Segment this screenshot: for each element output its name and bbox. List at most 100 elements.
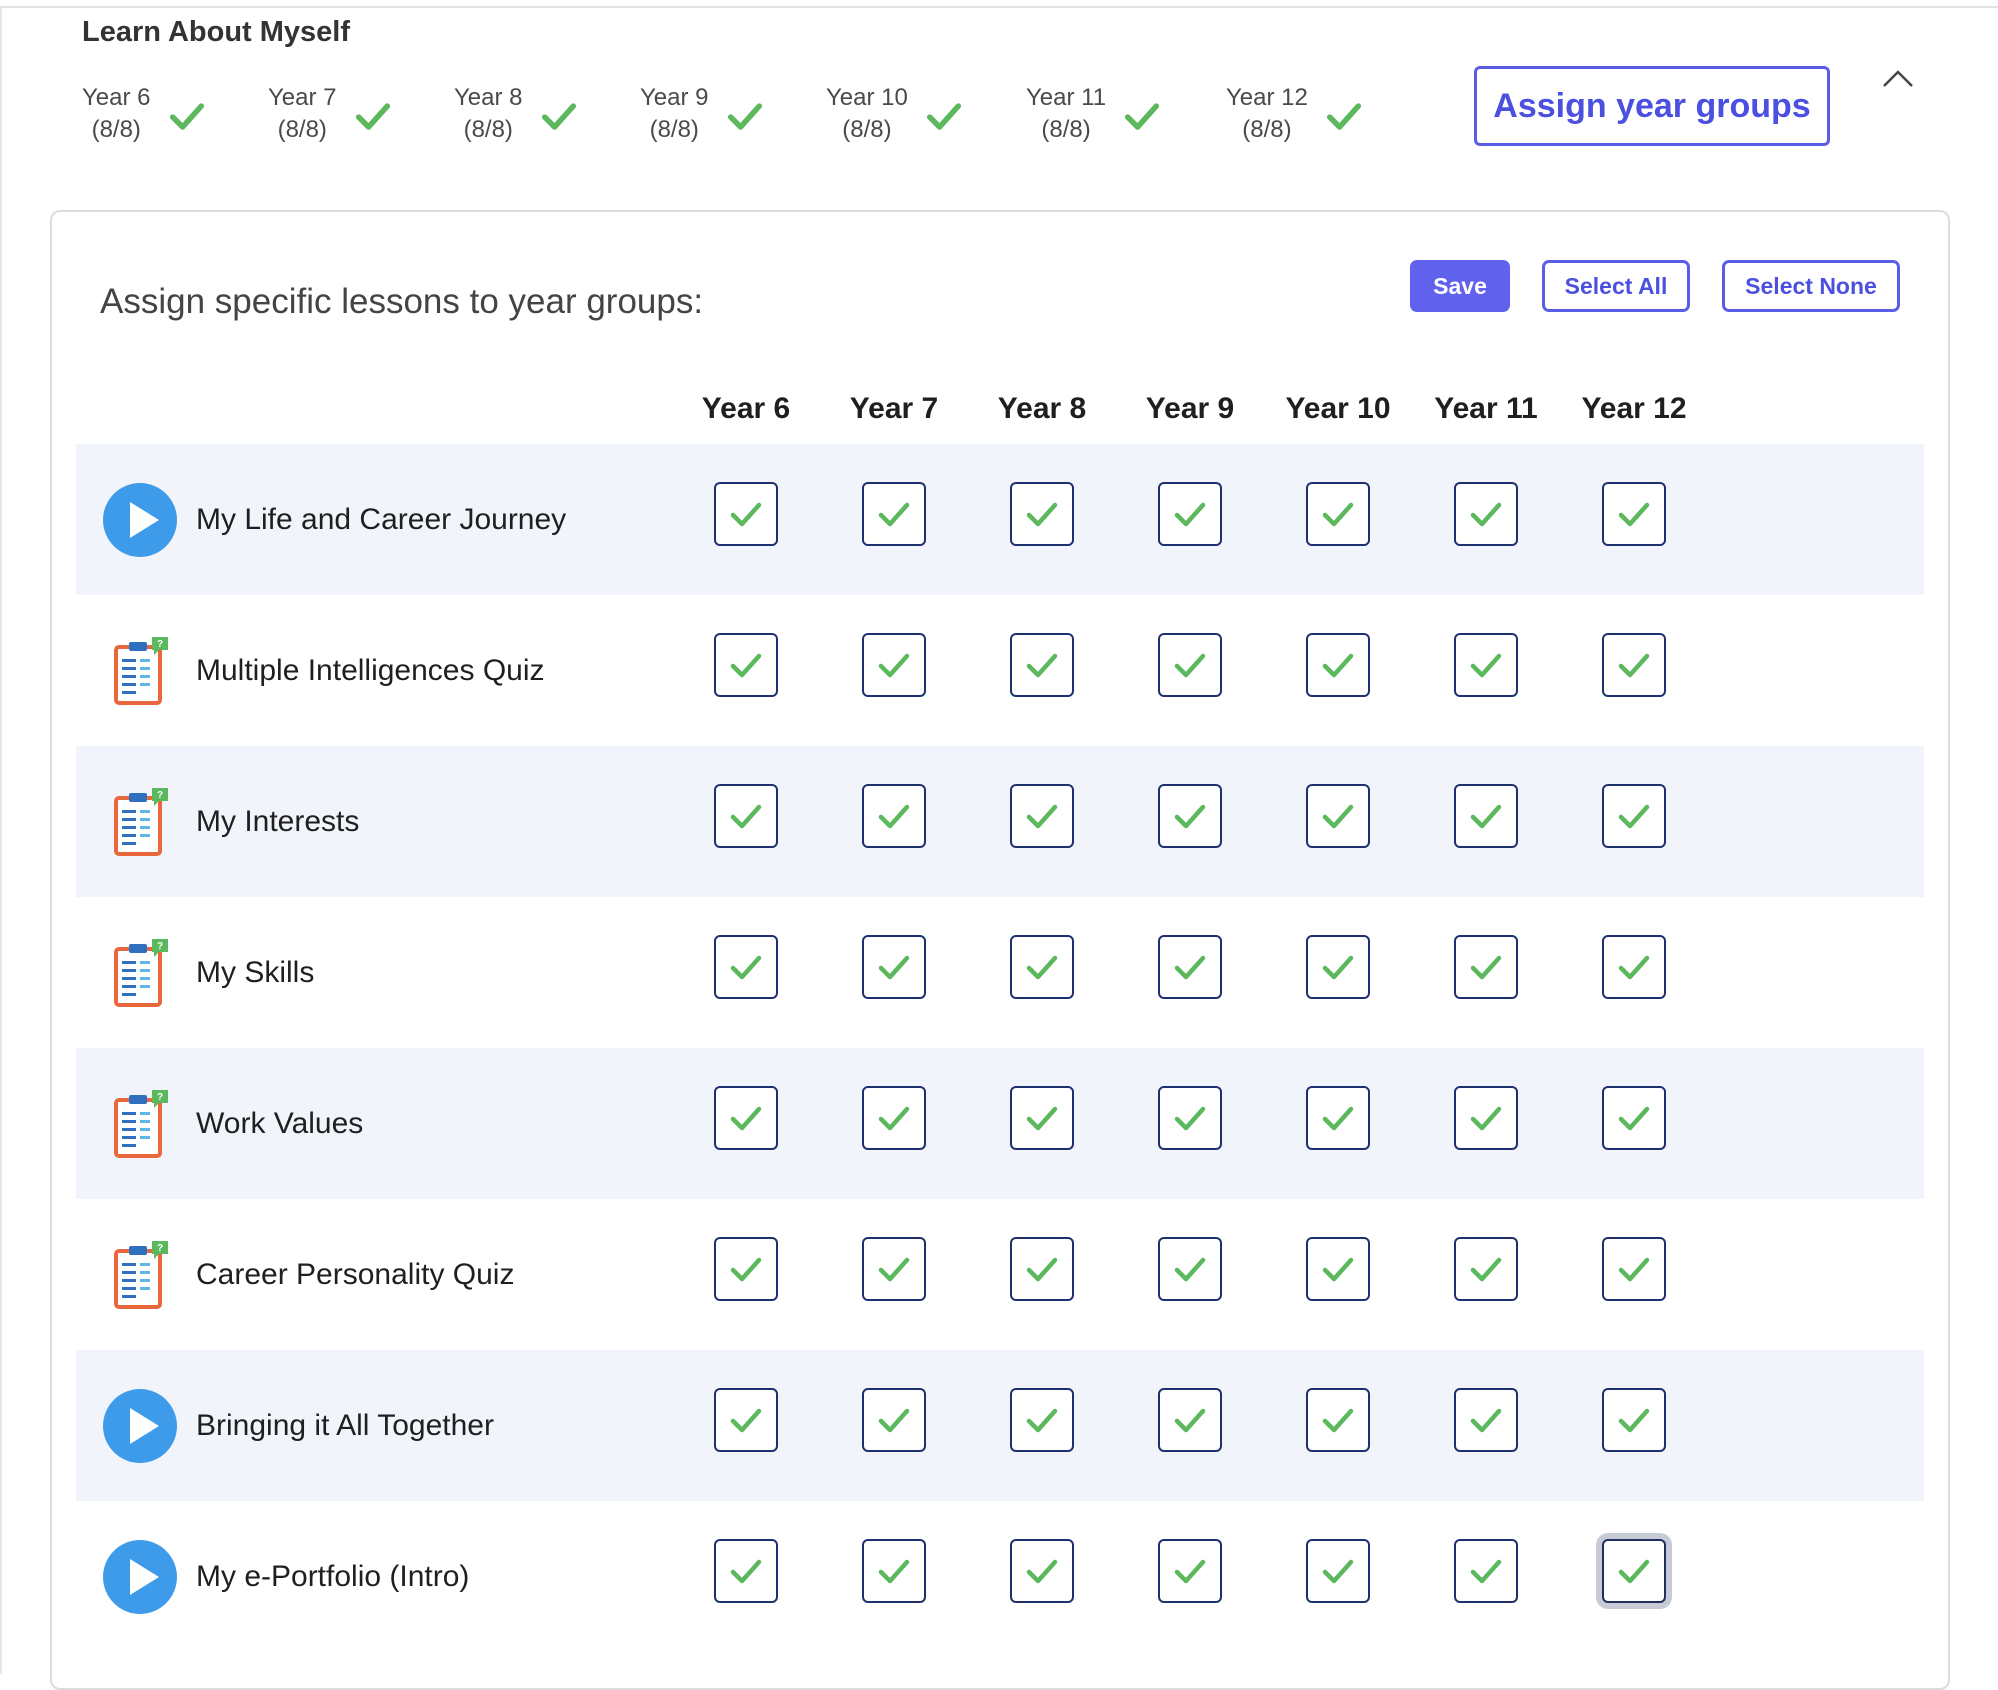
- check-icon: [1322, 653, 1354, 678]
- lesson-year-checkbox[interactable]: [1602, 784, 1666, 848]
- select-all-button[interactable]: Select All: [1542, 260, 1690, 312]
- lesson-year-checkbox[interactable]: [1454, 1388, 1518, 1452]
- lesson-year-checkbox[interactable]: [1454, 1237, 1518, 1301]
- check-icon: [1326, 103, 1361, 130]
- svg-text:?: ?: [157, 639, 163, 650]
- lesson-name: My Interests: [196, 805, 360, 838]
- check-icon: [878, 653, 910, 678]
- lesson-year-checkbox[interactable]: [1454, 935, 1518, 999]
- lesson-year-checkbox[interactable]: [1158, 1388, 1222, 1452]
- lesson-year-checkbox[interactable]: [1010, 482, 1074, 546]
- summary-check: [351, 94, 395, 143]
- check-icon: [169, 103, 204, 130]
- check-icon: [727, 103, 762, 130]
- clipboard-quiz-icon: ?: [114, 1090, 168, 1158]
- lesson-year-checkbox[interactable]: [1602, 482, 1666, 546]
- year-summary-item: Year 7 (8/8): [268, 82, 395, 152]
- lesson-year-checkbox[interactable]: [1454, 1539, 1518, 1603]
- check-icon: [1322, 502, 1354, 527]
- lesson-year-checkbox[interactable]: [714, 1539, 778, 1603]
- year-summary-label: Year 10 (8/8): [826, 82, 908, 146]
- lesson-year-checkbox[interactable]: [1306, 935, 1370, 999]
- lesson-year-checkbox[interactable]: [1306, 1237, 1370, 1301]
- year-summary-year: Year 8: [454, 84, 523, 111]
- lesson-year-checkbox[interactable]: [714, 935, 778, 999]
- lesson-row: ? Career Personality Quiz: [76, 1199, 1924, 1350]
- lesson-year-checkbox[interactable]: [1306, 784, 1370, 848]
- check-icon: [878, 955, 910, 980]
- lesson-year-checkbox[interactable]: [1602, 1539, 1666, 1603]
- lesson-year-checkbox[interactable]: [862, 1539, 926, 1603]
- lesson-year-checkbox[interactable]: [862, 633, 926, 697]
- lesson-year-checkbox[interactable]: [1010, 935, 1074, 999]
- lesson-row: My Life and Career Journey: [76, 444, 1924, 595]
- svg-text:?: ?: [157, 790, 163, 801]
- lesson-year-checkbox[interactable]: [1306, 1539, 1370, 1603]
- year-summary-item: Year 9 (8/8): [640, 82, 767, 152]
- year-summary-count: (8/8): [649, 116, 699, 143]
- lesson-year-checkbox[interactable]: [1158, 633, 1222, 697]
- select-none-button[interactable]: Select None: [1722, 260, 1900, 312]
- lesson-year-checkbox[interactable]: [862, 784, 926, 848]
- check-icon: [1125, 103, 1160, 130]
- save-button[interactable]: Save: [1410, 260, 1510, 312]
- lesson-year-checkbox[interactable]: [862, 1388, 926, 1452]
- check-icon: [1470, 1257, 1502, 1282]
- lesson-year-checkbox[interactable]: [1602, 1237, 1666, 1301]
- lesson-year-checkbox[interactable]: [714, 784, 778, 848]
- lesson-year-checkbox[interactable]: [1602, 633, 1666, 697]
- lesson-year-checkbox[interactable]: [1158, 1086, 1222, 1150]
- check-icon: [1470, 1559, 1502, 1584]
- lesson-year-checkbox[interactable]: [862, 935, 926, 999]
- lesson-year-checkbox[interactable]: [862, 482, 926, 546]
- lesson-year-checkbox[interactable]: [714, 482, 778, 546]
- year-summary-label: Year 8 (8/8): [454, 82, 523, 146]
- lesson-year-checkbox[interactable]: [1454, 784, 1518, 848]
- lesson-year-checkbox[interactable]: [1158, 1539, 1222, 1603]
- check-icon: [730, 955, 762, 980]
- lesson-year-checkbox[interactable]: [1158, 482, 1222, 546]
- lesson-year-checkbox[interactable]: [1602, 1086, 1666, 1150]
- lesson-row: My e-Portfolio (Intro): [76, 1501, 1924, 1652]
- lesson-year-checkbox[interactable]: [1306, 482, 1370, 546]
- lesson-year-checkbox[interactable]: [1158, 1237, 1222, 1301]
- lesson-year-checkbox[interactable]: [1306, 1086, 1370, 1150]
- lesson-year-checkbox[interactable]: [1454, 482, 1518, 546]
- check-icon: [1470, 653, 1502, 678]
- assign-year-groups-button[interactable]: Assign year groups: [1474, 66, 1830, 146]
- lesson-year-checkbox[interactable]: [1158, 935, 1222, 999]
- lesson-year-checkbox[interactable]: [1010, 1539, 1074, 1603]
- lesson-year-checkbox[interactable]: [1010, 784, 1074, 848]
- svg-text:?: ?: [157, 941, 163, 952]
- chevron-up-icon[interactable]: [1880, 66, 1916, 90]
- lesson-year-checkbox[interactable]: [1306, 633, 1370, 697]
- year-summary-count: (8/8): [277, 116, 327, 143]
- check-icon: [1322, 804, 1354, 829]
- check-icon: [1618, 1408, 1650, 1433]
- lesson-year-checkbox[interactable]: [1454, 633, 1518, 697]
- check-icon: [1618, 653, 1650, 678]
- lesson-year-checkbox[interactable]: [1010, 1388, 1074, 1452]
- lesson-year-checkbox[interactable]: [714, 1237, 778, 1301]
- lesson-year-checkbox[interactable]: [1602, 1388, 1666, 1452]
- lesson-year-checkbox[interactable]: [862, 1237, 926, 1301]
- year-summary-item: Year 8 (8/8): [454, 82, 581, 152]
- lesson-year-checkbox[interactable]: [1602, 935, 1666, 999]
- lesson-year-checkbox[interactable]: [1010, 1237, 1074, 1301]
- lesson-year-checkbox[interactable]: [1158, 784, 1222, 848]
- year-summary-year: Year 11: [1026, 84, 1107, 111]
- check-icon: [878, 1559, 910, 1584]
- lesson-year-checkbox[interactable]: [714, 1086, 778, 1150]
- lesson-year-checkbox[interactable]: [1454, 1086, 1518, 1150]
- check-icon: [1026, 1408, 1058, 1433]
- lesson-year-checkbox[interactable]: [714, 633, 778, 697]
- lesson-year-checkbox[interactable]: [714, 1388, 778, 1452]
- lesson-year-checkbox[interactable]: [1010, 1086, 1074, 1150]
- lesson-year-checkbox[interactable]: [1010, 633, 1074, 697]
- lesson-year-checkbox[interactable]: [1306, 1388, 1370, 1452]
- check-icon: [1026, 502, 1058, 527]
- year-summary-item: Year 10 (8/8): [826, 82, 966, 152]
- lesson-year-checkbox[interactable]: [862, 1086, 926, 1150]
- year-summary-count: (8/8): [842, 116, 892, 143]
- lesson-row: ? My Skills: [76, 897, 1924, 1048]
